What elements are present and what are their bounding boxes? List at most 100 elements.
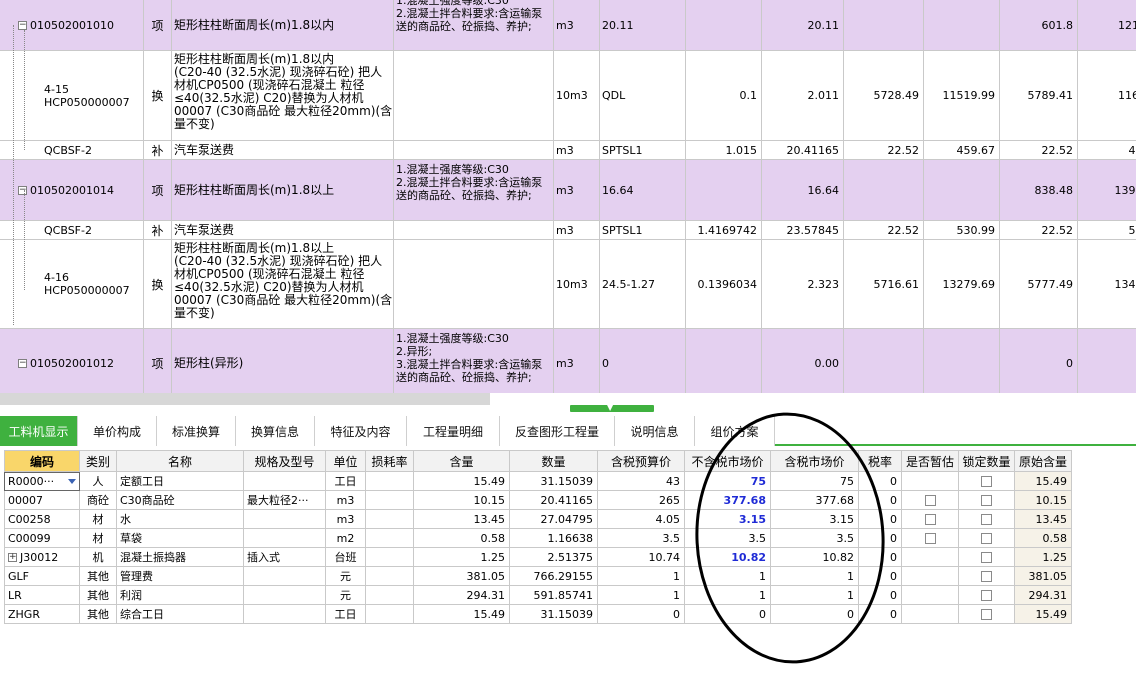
checkbox[interactable] (981, 551, 992, 563)
cell-category[interactable]: 其他 (80, 605, 117, 624)
cell-budget-price[interactable]: 0 (598, 605, 685, 624)
resource-row[interactable]: GLF 其他 管理费 元 381.05 766.29155 1 1 1 0 381.05 (4, 567, 1072, 586)
cell-name[interactable]: 利润 (117, 586, 244, 605)
row-name[interactable]: 汽车泵送费 (172, 141, 394, 159)
cell-quantity[interactable]: 31.15039 (510, 605, 598, 624)
cell-provisional[interactable] (902, 472, 959, 491)
cell-name[interactable]: 综合工日 (117, 605, 244, 624)
tab-pricing-scheme[interactable]: 组价方案 (695, 416, 775, 446)
cell-market-price-ex-tax[interactable]: 75 (685, 472, 771, 491)
row-name[interactable]: 矩形柱柱断面周长(m)1.8以内 (C20-40 (32.5水泥) 现浇碎石砼)… (172, 51, 394, 140)
row-features[interactable] (394, 221, 554, 239)
boq-row[interactable]: −010502001012 项 矩形柱(异形) 1.混凝土强度等级:C30 2.… (0, 329, 1136, 393)
cell-lock-qty[interactable] (959, 529, 1015, 548)
tab-standard-conversion[interactable]: 标准换算 (157, 416, 236, 446)
boq-row[interactable]: −010502001014 项 矩形柱柱断面周长(m)1.8以上 1.混凝土强度… (0, 160, 1136, 221)
cell-loss-rate[interactable] (366, 586, 414, 605)
row-code-cell[interactable]: −010502001010 (0, 0, 144, 50)
cell-category[interactable]: 其他 (80, 567, 117, 586)
cell-loss-rate[interactable] (366, 472, 414, 491)
dropdown-arrow-icon[interactable] (68, 479, 76, 484)
cell-lock-qty[interactable] (959, 548, 1015, 567)
cell-lock-qty[interactable] (959, 491, 1015, 510)
chevron-down-icon[interactable]: ▼ (607, 404, 613, 412)
resource-row[interactable]: ZHGR 其他 综合工日 工日 15.49 31.15039 0 0 0 0 15.49 (4, 605, 1072, 624)
row-features[interactable]: 1.混凝土强度等级:C30 2.混凝土拌合料要求:含运输泵送的商品砼、砼振捣、养… (394, 0, 554, 50)
cell-spec[interactable] (244, 567, 326, 586)
cell-budget-price[interactable]: 3.5 (598, 529, 685, 548)
row-features[interactable] (394, 141, 554, 159)
cell-original-content[interactable]: 381.05 (1015, 567, 1072, 586)
cell-provisional[interactable] (902, 529, 959, 548)
cell-code[interactable]: ZHGR (4, 605, 80, 624)
cell-category[interactable]: 材 (80, 529, 117, 548)
row-name[interactable]: 矩形柱柱断面周长(m)1.8以上 (172, 160, 394, 220)
col-header-code[interactable]: 编码 (4, 450, 80, 472)
col-header-unit[interactable]: 单位 (326, 450, 366, 472)
resource-row[interactable]: C00099 材 草袋 m2 0.58 1.16638 3.5 3.5 3.5 0 0.58 (4, 529, 1072, 548)
cell-original-content[interactable]: 0.58 (1015, 529, 1072, 548)
cell-original-content[interactable]: 15.49 (1015, 472, 1072, 491)
cell-market-price-in-tax[interactable]: 75 (771, 472, 859, 491)
cell-unit[interactable]: 元 (326, 586, 366, 605)
cell-name[interactable]: 草袋 (117, 529, 244, 548)
row-name[interactable]: 汽车泵送费 (172, 221, 394, 239)
row-qty-expr[interactable]: 16.64 (600, 160, 686, 220)
row-name[interactable]: 矩形柱柱断面周长(m)1.8以上 (C20-40 (32.5水泥) 现浇碎石砼)… (172, 240, 394, 328)
cell-provisional[interactable] (902, 567, 959, 586)
resource-row[interactable]: LR 其他 利润 元 294.31 591.85741 1 1 1 0 294.31 (4, 586, 1072, 605)
cell-category[interactable]: 其他 (80, 586, 117, 605)
checkbox[interactable] (981, 589, 992, 601)
row-qty-expr[interactable]: 20.11 (600, 0, 686, 50)
cell-tax-rate[interactable]: 0 (859, 472, 902, 491)
cell-unit[interactable]: m3 (326, 510, 366, 529)
cell-market-price-ex-tax[interactable]: 3.5 (685, 529, 771, 548)
checkbox[interactable] (981, 475, 992, 487)
collapse-icon[interactable]: − (18, 185, 27, 195)
cell-lock-qty[interactable] (959, 567, 1015, 586)
row-name[interactable]: 矩形柱(异形) (172, 329, 394, 393)
collapse-icon[interactable]: − (18, 20, 27, 30)
row-code-cell[interactable]: −010502001014 (0, 160, 144, 220)
horizontal-scrollbar[interactable] (0, 393, 490, 405)
cell-content[interactable]: 1.25 (414, 548, 510, 567)
cell-content[interactable]: 13.45 (414, 510, 510, 529)
cell-content[interactable]: 0.58 (414, 529, 510, 548)
cell-quantity[interactable]: 27.04795 (510, 510, 598, 529)
cell-unit[interactable]: 台班 (326, 548, 366, 567)
cell-tax-rate[interactable]: 0 (859, 491, 902, 510)
cell-market-price-in-tax[interactable]: 1 (771, 567, 859, 586)
cell-category[interactable]: 商砼 (80, 491, 117, 510)
cell-unit[interactable]: m2 (326, 529, 366, 548)
cell-spec[interactable] (244, 586, 326, 605)
resource-row[interactable]: R0000··· 人 定额工日 工日 15.49 31.15039 43 75 75 0 15.49 (4, 472, 1072, 491)
col-header-market-price-ex-tax[interactable]: 不含税市场价 (685, 450, 771, 472)
col-header-tax-rate[interactable]: 税率 (859, 450, 902, 472)
row-name[interactable]: 矩形柱柱断面周长(m)1.8以内 (172, 0, 394, 50)
cell-budget-price[interactable]: 10.74 (598, 548, 685, 567)
cell-spec[interactable] (244, 472, 326, 491)
checkbox[interactable] (981, 513, 992, 525)
cell-original-content[interactable]: 15.49 (1015, 605, 1072, 624)
cell-market-price-in-tax[interactable]: 3.15 (771, 510, 859, 529)
cell-lock-qty[interactable] (959, 472, 1015, 491)
cell-tax-rate[interactable]: 0 (859, 586, 902, 605)
col-header-category[interactable]: 类别 (80, 450, 117, 472)
cell-spec[interactable] (244, 510, 326, 529)
cell-market-price-in-tax[interactable]: 0 (771, 605, 859, 624)
boq-row[interactable]: 4-16 HCP050000007 换 矩形柱柱断面周长(m)1.8以上 (C2… (0, 240, 1136, 329)
cell-name[interactable]: C30商品砼 (117, 491, 244, 510)
resource-row[interactable]: 00007 商砼 C30商品砼 最大粒径2··· m3 10.15 20.41165 265 3… (4, 491, 1072, 510)
cell-content[interactable]: 10.15 (414, 491, 510, 510)
cell-loss-rate[interactable] (366, 529, 414, 548)
cell-market-price-ex-tax[interactable]: 377.68 (685, 491, 771, 510)
row-qty-expr[interactable]: SPTSL1 (600, 141, 686, 159)
cell-lock-qty[interactable] (959, 605, 1015, 624)
cell-spec[interactable]: 插入式 (244, 548, 326, 567)
row-qty-expr[interactable]: 0 (600, 329, 686, 393)
cell-provisional[interactable] (902, 586, 959, 605)
cell-provisional[interactable] (902, 491, 959, 510)
tab-quantity-details[interactable]: 工程量明细 (407, 416, 500, 446)
cell-provisional[interactable] (902, 510, 959, 529)
col-header-lock-qty[interactable]: 锁定数量 (959, 450, 1015, 472)
